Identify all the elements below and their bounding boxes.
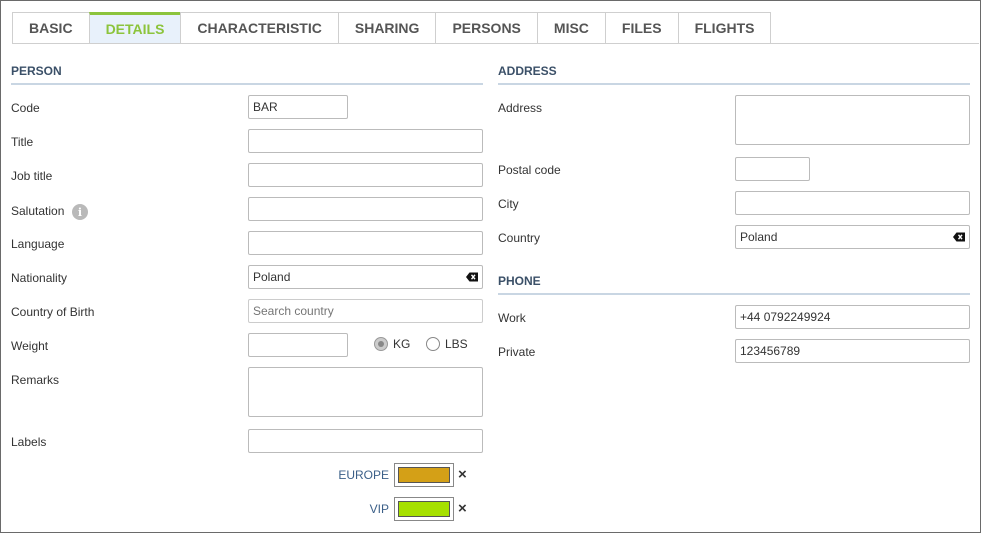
address-textarea[interactable]	[735, 95, 970, 145]
info-icon[interactable]: i	[72, 204, 88, 220]
unit-lbs-label: LBS	[445, 337, 468, 351]
title-field[interactable]	[248, 129, 483, 153]
unit-kg-radio[interactable]	[374, 337, 388, 351]
private-phone-field[interactable]: 123456789	[735, 339, 970, 363]
tag-europe-color-fill	[398, 467, 450, 483]
unit-lbs-radio[interactable]	[426, 337, 440, 351]
address-section-title: ADDRESS	[498, 64, 557, 78]
tag-europe-label: EUROPE	[338, 468, 389, 482]
city-label: City	[498, 197, 519, 211]
language-label: Language	[11, 237, 65, 251]
nationality-value: Poland	[253, 270, 291, 284]
remarks-textarea[interactable]	[248, 367, 483, 417]
country-select[interactable]: Poland	[735, 225, 970, 249]
country-value: Poland	[740, 230, 778, 244]
nationality-label: Nationality	[11, 271, 68, 285]
tab-persons[interactable]: PERSONS	[435, 12, 537, 44]
address-section-divider	[498, 83, 970, 85]
tab-divider	[12, 43, 979, 44]
postal-code-field[interactable]	[735, 157, 810, 181]
country-of-birth-search-input[interactable]	[248, 299, 483, 323]
address-label: Address	[498, 101, 543, 115]
title-label: Title	[11, 135, 34, 149]
job-title-label: Job title	[11, 169, 53, 183]
labels-label: Labels	[11, 435, 47, 449]
code-field[interactable]: BAR	[248, 95, 348, 119]
person-section-divider	[11, 83, 483, 85]
person-section-title: PERSON	[11, 64, 62, 78]
unit-kg-label: KG	[393, 337, 411, 351]
country-label: Country	[498, 231, 541, 245]
tag-vip-color-swatch[interactable]	[394, 497, 454, 521]
tab-characteristic[interactable]: CHARACTERISTIC	[180, 12, 338, 44]
tab-basic[interactable]: BASIC	[12, 12, 89, 44]
weight-label: Weight	[11, 339, 49, 353]
salutation-field[interactable]	[248, 197, 483, 221]
tag-vip-remove-close-icon[interactable]: ×	[458, 500, 467, 517]
tag-vip-color-fill	[398, 501, 450, 517]
work-phone-label: Work	[498, 311, 526, 325]
city-field[interactable]	[735, 191, 970, 215]
labels-field[interactable]	[248, 429, 483, 453]
tab-misc[interactable]: MISC	[536, 12, 605, 44]
tab-flights[interactable]: FLIGHTS	[677, 12, 772, 44]
backspace-clear-icon[interactable]	[466, 272, 478, 282]
tag-vip-label: VIP	[369, 502, 389, 516]
job-title-field[interactable]	[248, 163, 483, 187]
phone-section-divider	[498, 293, 970, 295]
nationality-select[interactable]: Poland	[248, 265, 483, 289]
code-label: Code	[11, 101, 40, 115]
remarks-label: Remarks	[11, 373, 60, 387]
tab-files[interactable]: FILES	[604, 12, 678, 44]
details-panel: BASIC DETAILS CHARACTERISTIC SHARING PER…	[0, 0, 981, 533]
country-of-birth-label: Country of Birth	[11, 305, 95, 319]
phone-section-title: PHONE	[498, 274, 541, 288]
tab-details[interactable]: DETAILS	[88, 12, 181, 44]
weight-field[interactable]	[248, 333, 348, 357]
backspace-clear-icon[interactable]	[953, 232, 965, 242]
work-phone-field[interactable]: +44 0792249924	[735, 305, 970, 329]
tag-europe-color-swatch[interactable]	[394, 463, 454, 487]
tab-bar: BASIC DETAILS CHARACTERISTIC SHARING PER…	[12, 12, 772, 44]
language-field[interactable]	[248, 231, 483, 255]
salutation-label: Salutation	[11, 204, 65, 218]
tab-sharing[interactable]: SHARING	[337, 12, 436, 44]
tag-europe-remove-close-icon[interactable]: ×	[458, 466, 467, 483]
postal-code-label: Postal code	[498, 163, 561, 177]
private-phone-label: Private	[498, 345, 536, 359]
